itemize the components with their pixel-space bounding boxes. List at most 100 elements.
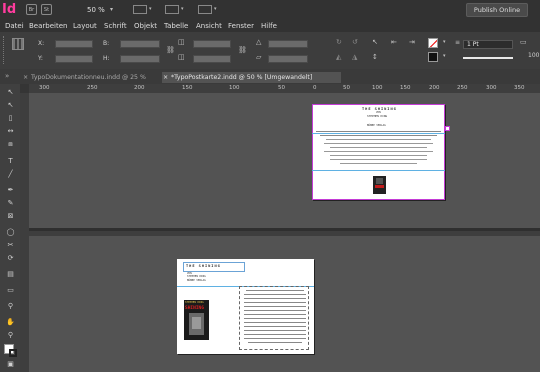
flip-horizontal-icon[interactable]: ◭ (336, 53, 341, 62)
ruler-mark: 350 (514, 85, 525, 91)
postcard-author: STEPHEN KING (367, 114, 388, 118)
ruler-mark: 50 (278, 85, 285, 91)
menu-ansicht[interactable]: Ansicht (196, 22, 222, 30)
shear-icon: ▱ (256, 53, 262, 61)
constrain-proportions-icon[interactable]: ⛓ (166, 46, 175, 55)
tab-title: *TypoPostkarte2.indd @ 50 % [Umgewandelt… (171, 74, 313, 81)
menu-bearbeiten[interactable]: Bearbeiten (29, 22, 67, 30)
app-bar (0, 0, 540, 20)
ruler-mark: 300 (39, 85, 50, 91)
select-previous-icon[interactable]: ⇤ (391, 38, 397, 47)
opacity-field[interactable]: 100 (528, 52, 539, 59)
flip-vertical-icon[interactable]: ◮ (352, 53, 357, 62)
view-mode-icon[interactable]: ▣ (6, 360, 15, 369)
direct-selection-tool-icon[interactable]: ↖ (6, 101, 15, 110)
menu-fenster[interactable]: Fenster (228, 22, 254, 30)
postcard2-author: STEPHEN KING (187, 275, 206, 278)
body-text-frame[interactable] (239, 286, 309, 350)
ruler-mark: 50 (343, 85, 350, 91)
arrange-documents-icon[interactable] (198, 5, 212, 14)
zoom-dropdown-icon[interactable]: ▾ (110, 6, 113, 13)
rectangle-frame-tool-icon[interactable]: ⊠ (6, 212, 15, 221)
x-field[interactable] (55, 40, 93, 48)
height-label: H: (103, 55, 110, 62)
stroke-type-line[interactable] (463, 57, 513, 64)
screen-mode-icon[interactable] (165, 5, 179, 14)
note-tool-icon[interactable]: ▭ (6, 286, 15, 295)
content-collector-icon[interactable]: ⧈ (6, 140, 15, 149)
scale-y-icon: ◫ (178, 53, 185, 61)
stroke-weight-icon: ≡ (455, 39, 461, 46)
menu-schrift[interactable]: Schrift (104, 22, 127, 30)
stroke-color-icon[interactable] (9, 349, 17, 357)
hand-tool-icon[interactable]: ✋ (6, 318, 15, 327)
page-tool-icon[interactable]: ▯ (6, 114, 15, 123)
type-tool-icon[interactable]: T (6, 157, 15, 166)
stock-button[interactable]: St (41, 4, 52, 15)
select-container-icon[interactable]: ↖ (372, 38, 378, 47)
ruler-mark: 100 (372, 85, 383, 91)
stroke-swatch-icon[interactable] (428, 52, 438, 62)
line-tool-icon[interactable]: ╱ (6, 170, 15, 179)
rotation-field[interactable] (268, 40, 308, 48)
book-cover-image[interactable] (373, 176, 386, 194)
stroke-caret-icon[interactable]: ▾ (443, 52, 446, 61)
book-cover-image-2[interactable]: STEPHEN KING SHINING (184, 300, 209, 340)
rotate-cw-icon[interactable]: ↻ (336, 38, 342, 47)
fill-none-swatch-icon[interactable] (428, 38, 438, 48)
ellipse-tool-icon[interactable]: ◯ (6, 228, 15, 237)
eyedropper-tool-icon[interactable]: ⚲ (6, 302, 15, 311)
publish-online-button[interactable]: Publish Online (466, 3, 528, 17)
y-field[interactable] (55, 55, 93, 63)
height-field[interactable] (120, 55, 160, 63)
scissors-tool-icon[interactable]: ✂ (6, 241, 15, 250)
pencil-tool-icon[interactable]: ✎ (6, 199, 15, 208)
indesign-logo: Id (2, 2, 17, 17)
tab-title: TypoDokumentationneu.indd @ 25 % (31, 74, 146, 81)
pen-tool-icon[interactable]: ✒ (6, 186, 15, 195)
rotate-ccw-icon[interactable]: ↺ (352, 38, 358, 47)
menu-datei[interactable]: Datei (5, 22, 24, 30)
gradient-tool-icon[interactable]: ▤ (6, 270, 15, 279)
width-field[interactable] (120, 40, 160, 48)
fill-caret-icon[interactable]: ▾ (443, 38, 446, 47)
scale-y-field[interactable] (193, 55, 231, 63)
selection-tool-icon[interactable]: ↖ (6, 88, 15, 97)
select-content-icon[interactable]: ↕ (372, 53, 378, 62)
control-bar-grip (3, 36, 8, 64)
view-options-caret-icon[interactable]: ▾ (149, 6, 152, 12)
menu-layout[interactable]: Layout (73, 22, 97, 30)
ruler-mark: 200 (134, 85, 145, 91)
constrain-scale-icon[interactable]: ⛓ (238, 46, 247, 55)
scale-x-field[interactable] (193, 40, 231, 48)
tab-close-icon[interactable]: × (163, 72, 168, 83)
ruler-mark: 250 (457, 85, 468, 91)
select-next-icon[interactable]: ⇥ (409, 38, 415, 47)
menu-objekt[interactable]: Objekt (134, 22, 157, 30)
stroke-weight-field[interactable]: 1 Pt (463, 40, 513, 49)
tab-close-icon[interactable]: × (23, 72, 28, 83)
free-transform-tool-icon[interactable]: ⟳ (6, 254, 15, 263)
view-options-icon[interactable] (133, 5, 147, 14)
screen-mode-caret-icon[interactable]: ▾ (181, 6, 184, 12)
reference-point-icon[interactable] (12, 38, 24, 50)
panel-collapse-icon[interactable]: » (5, 72, 9, 81)
fx-icon[interactable]: ▭ (520, 38, 527, 47)
menu-hilfe[interactable]: Hilfe (261, 22, 277, 30)
tab-typopostkarte[interactable]: × *TypoPostkarte2.indd @ 50 % [Umgewande… (162, 72, 341, 83)
menu-tabelle[interactable]: Tabelle (164, 22, 188, 30)
text-frame-outline[interactable] (183, 262, 245, 272)
zoom-tool-icon[interactable]: ⚲ (6, 331, 15, 340)
ruler-origin[interactable] (20, 84, 29, 93)
gap-tool-icon[interactable]: ↔ (6, 127, 15, 136)
postcard-body-text[interactable] (316, 131, 441, 167)
postcard-publisher: BÜBBE VERLAG (367, 124, 386, 127)
ruler-mark: 100 (229, 85, 240, 91)
bridge-button[interactable]: Br (26, 4, 37, 15)
shear-field[interactable] (268, 55, 308, 63)
x-label: X: (38, 40, 45, 47)
frame-handle[interactable] (445, 126, 450, 131)
zoom-level[interactable]: 50 % (87, 6, 105, 14)
arrange-caret-icon[interactable]: ▾ (214, 6, 217, 12)
tab-typodokumentation[interactable]: × TypoDokumentationneu.indd @ 25 % (22, 72, 177, 83)
